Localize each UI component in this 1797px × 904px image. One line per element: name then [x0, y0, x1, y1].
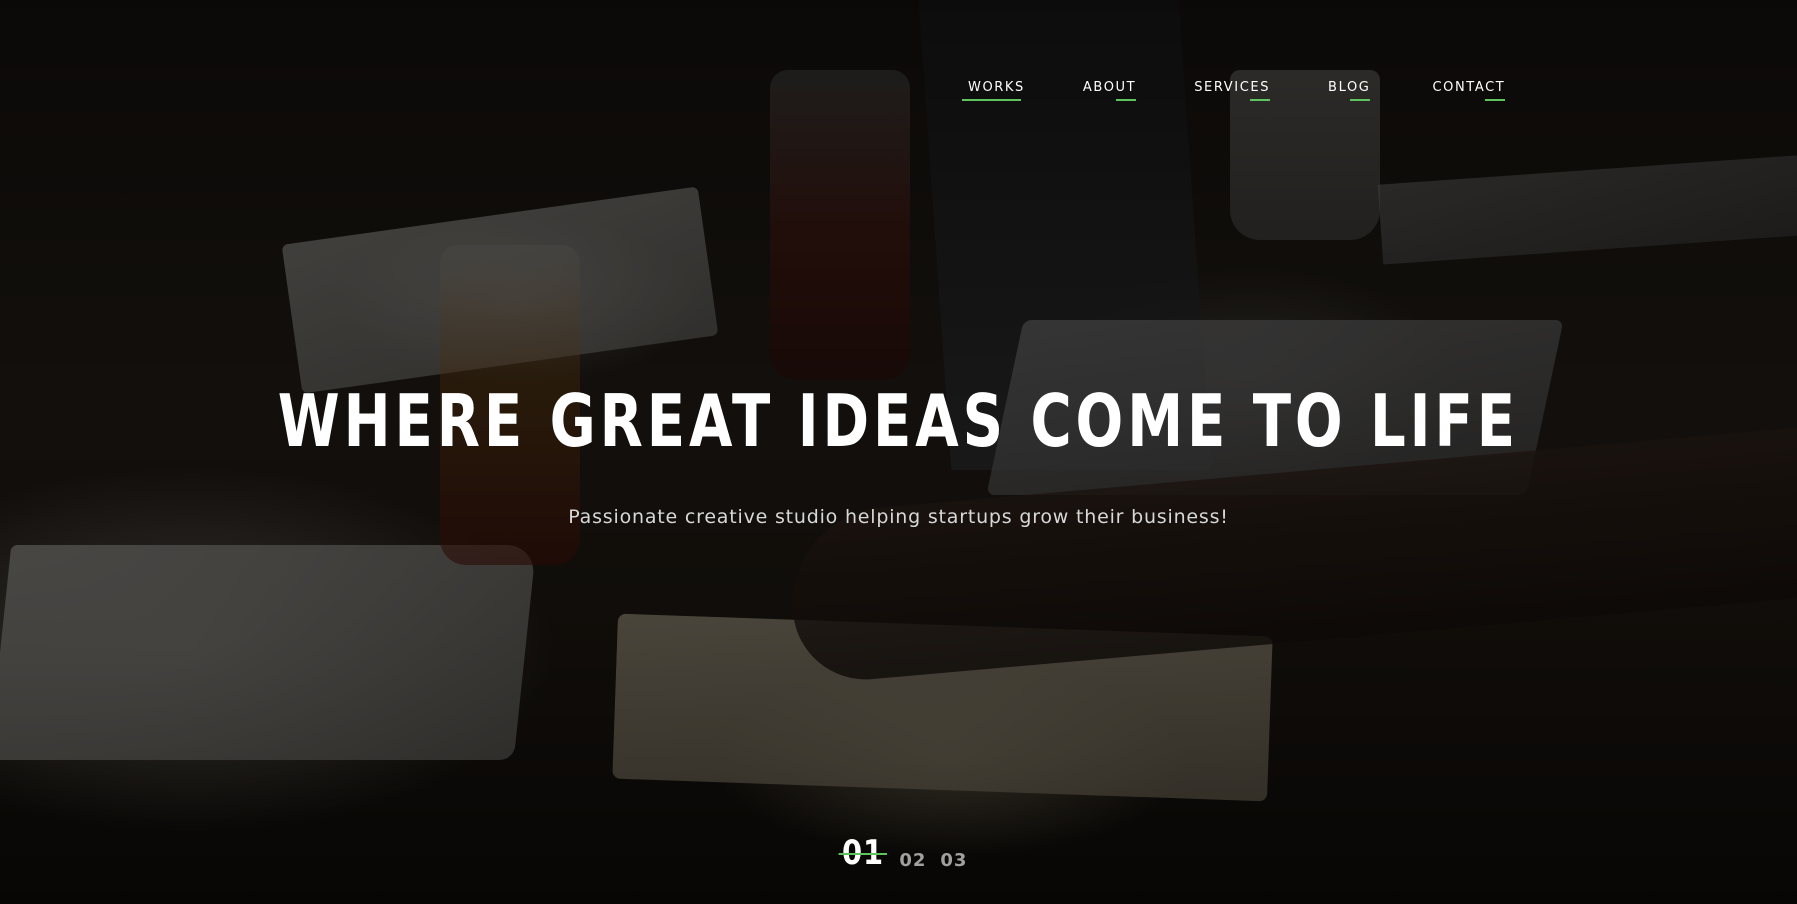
nav-item-works[interactable]: WORKS: [962, 78, 1025, 101]
hero-headline: WHERE GREAT IDEAS COME TO LIFE: [277, 379, 1520, 463]
main-nav: WORKS ABOUT SERVICES BLOG CONTACT: [962, 78, 1506, 101]
slide-pager: 01 02 03: [838, 836, 967, 872]
nav-item-services[interactable]: SERVICES: [1194, 78, 1270, 101]
hero-subtitle: Passionate creative studio helping start…: [568, 506, 1229, 528]
slide-pager-item-01[interactable]: 01: [838, 836, 888, 872]
slide-pager-item-02[interactable]: 02: [899, 852, 926, 872]
hero-section: WORKS ABOUT SERVICES BLOG CONTACT WHERE …: [0, 0, 1797, 904]
slide-pager-item-03[interactable]: 03: [940, 852, 967, 872]
nav-item-contact[interactable]: CONTACT: [1432, 78, 1506, 101]
nav-item-blog[interactable]: BLOG: [1328, 78, 1371, 101]
nav-item-about[interactable]: ABOUT: [1083, 78, 1137, 101]
